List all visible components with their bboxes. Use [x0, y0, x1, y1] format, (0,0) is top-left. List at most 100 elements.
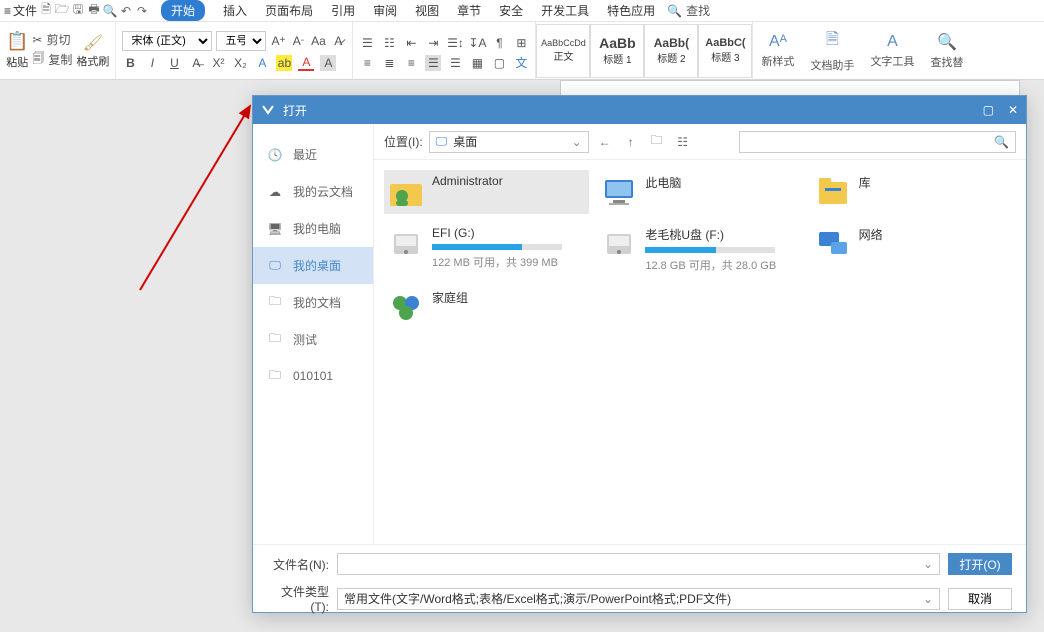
subscript-icon[interactable]: X₂: [232, 55, 248, 71]
strikethrough-icon[interactable]: A̶: [188, 55, 204, 71]
new-style-button[interactable]: Aᴬ新样式: [761, 33, 794, 69]
file-menu[interactable]: ≡ 文件: [4, 2, 37, 19]
preview-icon[interactable]: 🔍: [103, 4, 117, 18]
dialog-sidebar: 🕓最近 ☁我的云文档 🖥我的电脑 🖵我的桌面 🗀我的文档 🗀测试 🗀010101: [253, 124, 373, 544]
format-painter-label[interactable]: 格式刷: [76, 53, 109, 69]
underline-icon[interactable]: U: [166, 55, 182, 71]
doc-assist-button[interactable]: 🗎文档助手: [810, 28, 854, 73]
align-center-icon[interactable]: ≣: [381, 55, 397, 71]
cloud-icon: ☁: [267, 184, 283, 200]
justify-icon[interactable]: ☰: [425, 55, 441, 71]
bullets-icon[interactable]: ☰: [359, 35, 375, 51]
tab-insert[interactable]: 插入: [223, 2, 247, 19]
clock-icon: 🕓: [267, 147, 283, 163]
sidebar-item-cloud[interactable]: ☁我的云文档: [253, 173, 373, 210]
align-right-icon[interactable]: ≡: [403, 55, 419, 71]
save-icon[interactable]: 🖫: [71, 4, 85, 18]
redo-icon[interactable]: ↷: [135, 4, 149, 18]
text-dir-icon[interactable]: 文: [513, 55, 529, 71]
find-replace-button[interactable]: 🔍查找替: [930, 32, 963, 70]
new-folder-icon[interactable]: 🗀: [647, 132, 667, 152]
style-body[interactable]: AaBbCcDd正文: [536, 24, 590, 78]
text-effect-icon[interactable]: A: [254, 55, 270, 71]
file-tile-drive-f[interactable]: 老毛桃U盘 (F:) 12.8 GB 可用，共 28.0 GB: [597, 222, 802, 277]
tab-references[interactable]: 引用: [331, 2, 355, 19]
style-h1[interactable]: AaBb标题 1: [590, 24, 644, 78]
show-marks-icon[interactable]: ¶: [491, 35, 507, 51]
undo-icon[interactable]: ↶: [119, 4, 133, 18]
dialog-search[interactable]: 🔍: [739, 131, 1016, 153]
sort-icon[interactable]: ↧A: [469, 35, 485, 51]
decrease-font-icon[interactable]: A-: [290, 33, 306, 49]
maximize-icon[interactable]: ▢: [983, 103, 994, 117]
indent-icon[interactable]: ⇥: [425, 35, 441, 51]
open-icon[interactable]: 🗁: [55, 4, 69, 18]
cancel-button[interactable]: 取消: [948, 588, 1012, 610]
char-shade-icon[interactable]: A: [320, 55, 336, 71]
file-tile-homegroup[interactable]: 家庭组: [384, 285, 589, 329]
borders-icon[interactable]: ▢: [491, 55, 507, 71]
tab-review[interactable]: 审阅: [373, 2, 397, 19]
filetype-combo[interactable]: 常用文件(文字/Word格式;表格/Excel格式;演示/PowerPoint格…: [337, 588, 940, 610]
dialog-search-input[interactable]: [740, 132, 988, 152]
style-h3[interactable]: AaBbC(标题 3: [698, 24, 752, 78]
file-tile-pc[interactable]: 此电脑: [597, 170, 802, 214]
sidebar-item-recent[interactable]: 🕓最近: [253, 136, 373, 173]
style-h2[interactable]: AaBb(标题 2: [644, 24, 698, 78]
numbering-icon[interactable]: ☷: [381, 35, 397, 51]
back-icon[interactable]: ←: [595, 132, 615, 152]
view-mode-icon[interactable]: ☷: [673, 132, 693, 152]
paste-label[interactable]: 粘贴: [6, 54, 28, 70]
brush-icon[interactable]: 🖌: [83, 33, 103, 53]
sidebar-item-computer[interactable]: 🖥我的电脑: [253, 210, 373, 247]
tab-view[interactable]: 视图: [415, 2, 439, 19]
tab-security[interactable]: 安全: [499, 2, 523, 19]
tab-layout[interactable]: 页面布局: [265, 2, 313, 19]
paste-icon[interactable]: 📋: [6, 31, 28, 52]
sidebar-item-documents[interactable]: 🗀我的文档: [253, 284, 373, 321]
italic-icon[interactable]: I: [144, 55, 160, 71]
sidebar-item-010101[interactable]: 🗀010101: [253, 358, 373, 394]
sidebar-item-test[interactable]: 🗀测试: [253, 321, 373, 358]
shading-icon[interactable]: ▦: [469, 55, 485, 71]
bold-icon[interactable]: B: [122, 55, 138, 71]
font-name-select[interactable]: 宋体 (正文): [122, 31, 212, 51]
print-icon[interactable]: 🖶: [87, 4, 101, 18]
font-color-icon[interactable]: A: [298, 55, 314, 71]
search-icon[interactable]: 🔍: [988, 135, 1015, 149]
superscript-icon[interactable]: X²: [210, 55, 226, 71]
open-button[interactable]: 打开(O): [948, 553, 1012, 575]
align-left-icon[interactable]: ≡: [359, 55, 375, 71]
file-tile-library[interactable]: 库: [811, 170, 1016, 214]
increase-font-icon[interactable]: A+: [270, 33, 286, 49]
new-doc-icon[interactable]: 🗎: [39, 4, 53, 18]
cut-button[interactable]: ✂剪切: [32, 31, 72, 48]
outdent-icon[interactable]: ⇤: [403, 35, 419, 51]
dialog-title: 打开: [283, 102, 983, 119]
location-combo[interactable]: 🖵 桌面 ⌄: [429, 131, 589, 153]
tab-devtools[interactable]: 开发工具: [541, 2, 589, 19]
file-tile-drive-g[interactable]: EFI (G:) 122 MB 可用，共 399 MB: [384, 222, 589, 277]
file-tile-user[interactable]: Administrator: [384, 170, 589, 214]
file-tile-network[interactable]: 网络: [811, 222, 1016, 277]
text-tools-button[interactable]: A文字工具: [870, 33, 914, 69]
clear-format-icon[interactable]: A̷: [330, 33, 346, 49]
highlight-icon[interactable]: ab: [276, 55, 292, 71]
up-icon[interactable]: ↑: [621, 132, 641, 152]
tab-chapter[interactable]: 章节: [457, 2, 481, 19]
distribute-icon[interactable]: ☰: [447, 55, 463, 71]
doc-assist-icon: 🗎: [826, 28, 839, 55]
computer-icon: [601, 174, 637, 210]
top-search[interactable]: 🔍 查找: [667, 2, 710, 19]
filename-combo[interactable]: ⌄: [337, 553, 940, 575]
close-icon[interactable]: ✕: [1008, 103, 1018, 117]
change-case-icon[interactable]: Aa: [310, 33, 326, 49]
tabs-icon[interactable]: ⊞: [513, 35, 529, 51]
copy-button[interactable]: 🗐复制: [32, 49, 72, 70]
sidebar-item-desktop[interactable]: 🖵我的桌面: [253, 247, 373, 284]
tab-special[interactable]: 特色应用: [607, 2, 655, 19]
tab-start[interactable]: 开始: [161, 0, 205, 21]
line-spacing-icon[interactable]: ☰↕: [447, 35, 463, 51]
text-tools-icon: A: [887, 33, 898, 51]
font-size-select[interactable]: 五号: [216, 31, 266, 51]
